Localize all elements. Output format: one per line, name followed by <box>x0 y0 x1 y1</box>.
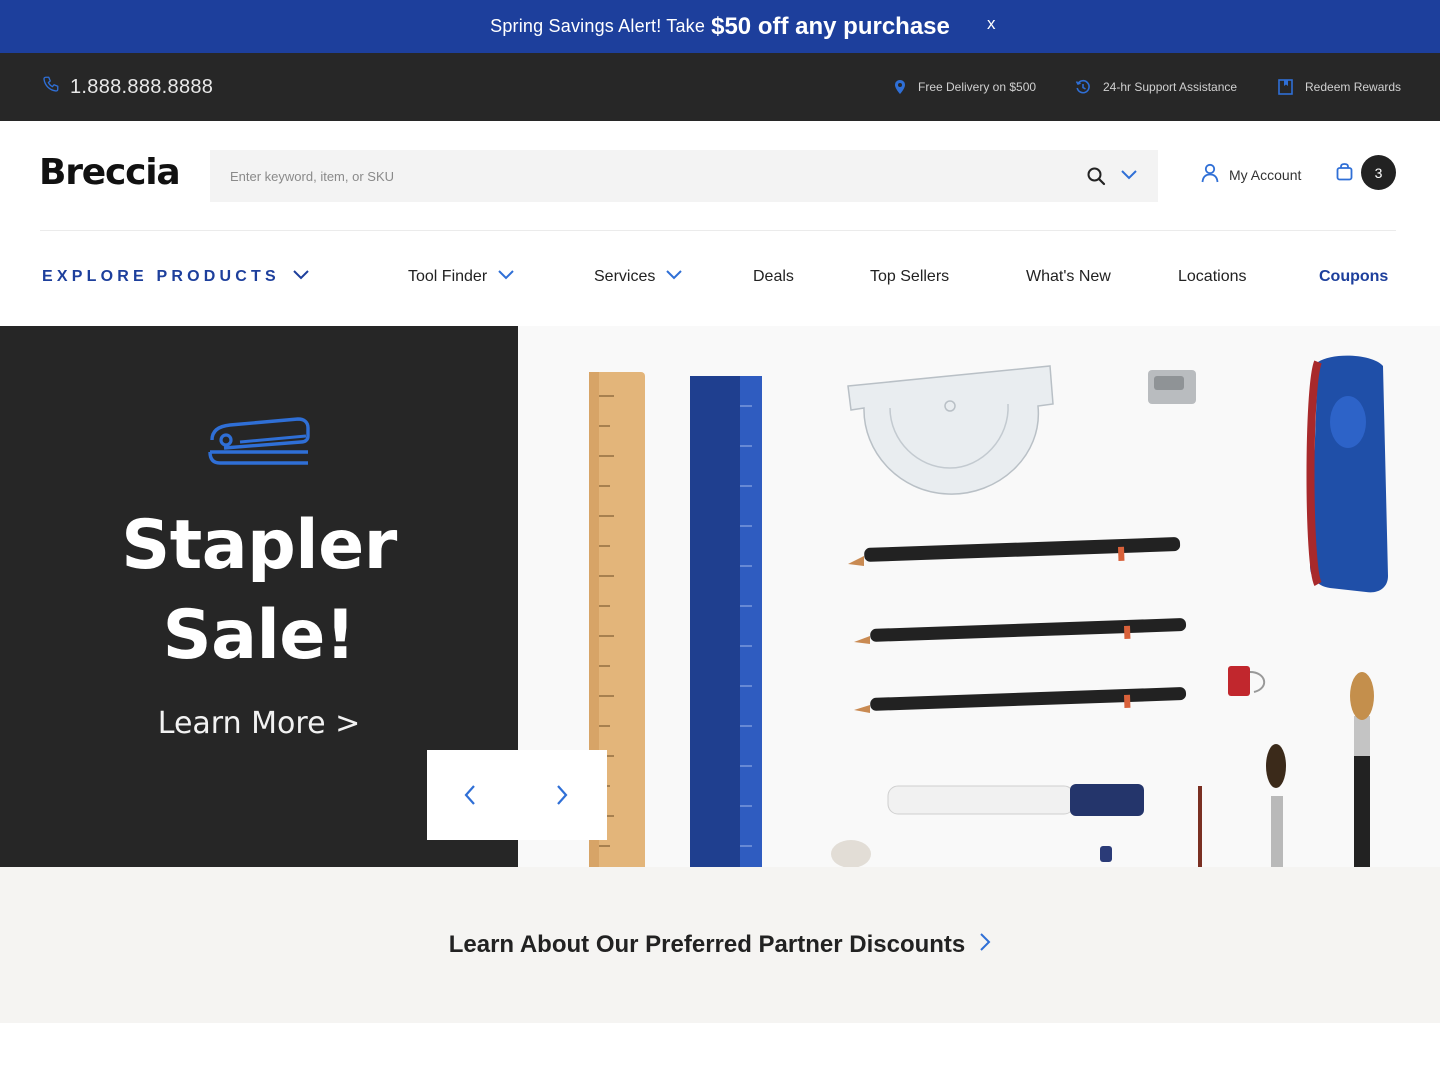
partner-discounts-link[interactable]: Learn About Our Preferred Partner Discou… <box>449 931 992 959</box>
promo-close-button[interactable]: x <box>987 14 996 34</box>
nav-whats-new[interactable]: What's New <box>1026 268 1111 286</box>
chevron-down-icon <box>487 268 515 286</box>
bag-icon[interactable] <box>1336 163 1353 186</box>
bookmark-icon <box>1278 79 1293 95</box>
cart-count-badge[interactable]: 3 <box>1361 155 1396 190</box>
promo-banner: Spring Savings Alert! Take $50 off any p… <box>0 0 1440 53</box>
nav-label: Services <box>594 268 656 285</box>
delivery-label: Free Delivery on $500 <box>918 80 1037 94</box>
partner-discounts-band: Learn About Our Preferred Partner Discou… <box>0 867 1440 1023</box>
partner-link-label: Learn About Our Preferred Partner Discou… <box>448 931 966 958</box>
user-icon <box>1201 163 1219 186</box>
rewards-label: Redeem Rewards <box>1305 80 1402 94</box>
hero-image-office-supplies <box>518 326 1440 867</box>
stapler-icon <box>206 416 312 473</box>
nav-services[interactable]: Services <box>594 268 683 286</box>
nav-label: Tool Finder <box>408 268 488 285</box>
chevron-right-icon <box>979 931 991 959</box>
my-account-link[interactable]: My Account <box>1201 163 1301 186</box>
location-pin-icon <box>894 79 906 95</box>
rewards-link[interactable]: Redeem Rewards <box>1278 79 1401 95</box>
chevron-down-icon[interactable] <box>1120 168 1138 186</box>
phone-icon <box>42 75 60 99</box>
nav-locations[interactable]: Locations <box>1178 268 1247 286</box>
support-label: 24-hr Support Assistance <box>1103 80 1238 94</box>
nav-tool-finder[interactable]: Tool Finder <box>408 268 515 286</box>
search-bar <box>210 150 1158 202</box>
chevron-down-icon <box>280 268 310 286</box>
hero-banner: Stapler Sale! Learn More > <box>0 326 1440 867</box>
phone-link[interactable]: 1.888.888.8888 <box>42 75 213 99</box>
support-link[interactable]: 24-hr Support Assistance <box>1075 79 1237 95</box>
history-icon <box>1075 79 1091 95</box>
hero-title-line1: Stapler <box>121 506 397 585</box>
nav-top-sellers[interactable]: Top Sellers <box>870 268 949 286</box>
free-delivery-link[interactable]: Free Delivery on $500 <box>894 79 1036 95</box>
search-icon[interactable] <box>1086 166 1106 191</box>
chevron-left-icon[interactable] <box>463 784 477 811</box>
nav-deals[interactable]: Deals <box>753 268 794 286</box>
hero-title-line2: Sale! <box>162 596 356 675</box>
chevron-right-icon[interactable] <box>555 784 569 811</box>
explore-label: EXPLORE PRODUCTS <box>42 268 280 285</box>
search-input[interactable] <box>210 150 1070 202</box>
chevron-down-icon <box>655 268 683 286</box>
header-divider <box>40 230 1396 231</box>
hero-title: Stapler Sale! <box>0 501 518 681</box>
account-label: My Account <box>1229 166 1302 183</box>
learn-more-link[interactable]: Learn More > <box>0 706 518 741</box>
explore-products-menu[interactable]: EXPLORE PRODUCTS <box>42 268 310 286</box>
phone-number: 1.888.888.8888 <box>70 75 214 98</box>
nav-coupons[interactable]: Coupons <box>1319 268 1388 286</box>
site-logo[interactable]: Breccia <box>39 152 181 193</box>
promo-text: Spring Savings Alert! Take <box>490 16 706 36</box>
promo-highlight[interactable]: $50 off any purchase <box>711 13 950 41</box>
utility-bar: 1.888.888.8888 Free Delivery on $500 24-… <box>0 53 1440 121</box>
carousel-controls <box>427 750 607 840</box>
